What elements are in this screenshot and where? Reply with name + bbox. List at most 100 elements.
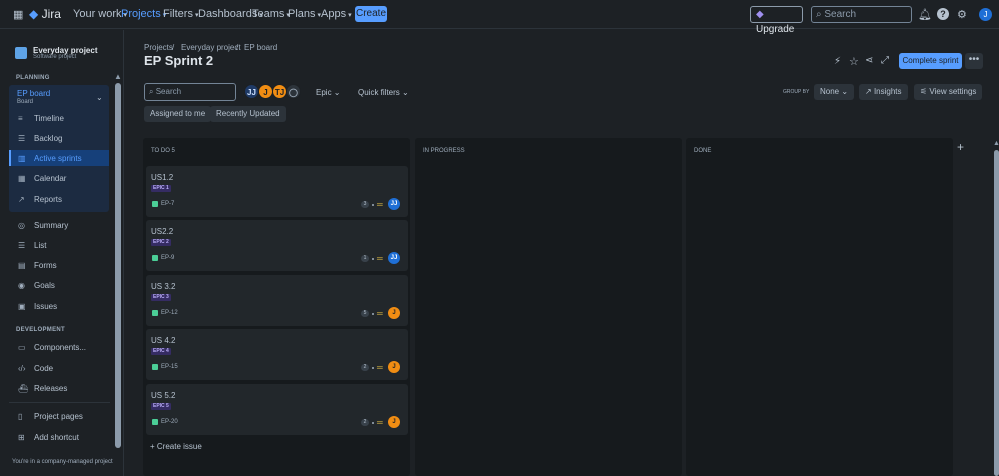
sidebar-item-timeline[interactable]: ≡ Timeline (18, 114, 64, 123)
nav-teams[interactable]: Teams ▾ (252, 8, 290, 20)
board-search-input[interactable]: ⌕ Search (144, 83, 236, 101)
sidebar-item-add-shortcut[interactable]: ⊞ Add shortcut (18, 433, 79, 442)
unassigned-avatar-icon[interactable]: ◯ (286, 84, 301, 99)
issue-key[interactable]: EP-7 (161, 201, 174, 207)
assignee-avatar[interactable]: J (388, 307, 400, 319)
board-selector-subtitle: Board (17, 99, 34, 105)
user-avatar[interactable]: J (979, 8, 992, 21)
epic-filter[interactable]: Epic ⌄ (316, 88, 341, 97)
chevron-down-icon[interactable]: ⌄ (96, 93, 103, 102)
sidebar-item-calendar[interactable]: ▦ Calendar (18, 174, 66, 183)
story-icon (152, 364, 158, 370)
nav-projects[interactable]: Projects ▾ (121, 8, 166, 20)
column-header-todo: TO DO 5 (151, 148, 175, 154)
epic-label: EPIC 5 (151, 403, 171, 410)
separator-dot (372, 367, 374, 369)
create-issue-label: Create issue (156, 442, 202, 451)
scroll-up-icon[interactable]: ▲ (114, 72, 122, 81)
group-by-select[interactable]: None ⌄ (814, 84, 855, 100)
add-column-icon[interactable]: + (957, 140, 964, 154)
jira-logo[interactable]: ◆ Jira (29, 7, 61, 21)
nav-projects-label: Projects (121, 8, 161, 20)
sidebar-item-backlog[interactable]: ☰ Backlog (18, 134, 62, 143)
share-icon[interactable]: ⋖ (865, 55, 873, 66)
story-icon (152, 201, 158, 207)
board-selector[interactable]: EP board (17, 89, 50, 98)
epic-label: EPIC 2 (151, 239, 171, 246)
assignee-avatar[interactable]: J (388, 361, 400, 373)
sidebar-item-active-sprints[interactable]: ▥ Active sprints (18, 154, 82, 163)
app-switcher-icon[interactable]: ▦ (13, 8, 23, 21)
nav-filters[interactable]: Filters ▾ (163, 8, 198, 20)
avatar-filter-tj[interactable]: TJ (272, 84, 287, 99)
avatar-filter-j[interactable]: J (258, 84, 273, 99)
nav-apps-label: Apps (321, 8, 347, 20)
view-settings-label: View settings (929, 87, 977, 96)
fullscreen-icon[interactable]: ⤢ (881, 55, 889, 66)
epic-label: EPIC 3 (151, 294, 171, 301)
automation-icon[interactable]: ⚡︎ (834, 56, 841, 67)
nav-apps[interactable]: Apps ▾ (321, 8, 352, 20)
settings-icon[interactable]: ⚙ (957, 8, 967, 21)
breadcrumb-project[interactable]: Everyday project (181, 43, 241, 52)
chevron-down-icon: ⌄ (333, 88, 341, 97)
more-actions-icon[interactable]: ••• (965, 53, 983, 69)
create-issue-button[interactable]: + Create issue (150, 442, 202, 451)
sidebar-item-summary[interactable]: ◎ Summary (18, 221, 68, 230)
sidebar-item-components[interactable]: ▭ Components... (18, 343, 86, 352)
upgrade-button[interactable]: ◆ Upgrade (750, 6, 803, 35)
breadcrumb-projects[interactable]: Projects (144, 43, 173, 52)
sidebar-item-goals[interactable]: ◉ Goals (18, 281, 55, 290)
global-search-input[interactable]: ⌕ Search (811, 6, 912, 23)
nav-filters-label: Filters (163, 8, 193, 20)
issue-key[interactable]: EP-15 (161, 364, 178, 370)
sidebar-item-code[interactable]: ‹/› Code (18, 364, 53, 373)
assignee-avatar[interactable]: JJ (388, 198, 400, 210)
nav-plans[interactable]: Plans ▾ (288, 8, 321, 20)
assigned-to-me-filter[interactable]: Assigned to me (144, 106, 212, 122)
nav-your-work[interactable]: Your work ▾ (73, 8, 127, 20)
quick-filters-label: Quick filters (358, 88, 400, 97)
create-button[interactable]: Create (355, 6, 387, 22)
issue-key[interactable]: EP-9 (161, 255, 174, 261)
sidebar-scrollbar[interactable] (115, 83, 121, 448)
view-settings-button[interactable]: ⚟ View settings (914, 84, 983, 100)
priority-medium-icon: ═ (377, 254, 383, 263)
help-icon[interactable]: ? (937, 8, 949, 20)
issue-card[interactable]: US2.2 EPIC 2 EP-9 1 ═ JJ (146, 220, 408, 271)
insights-label: Insights (873, 87, 902, 96)
quick-filters-dropdown[interactable]: Quick filters ⌄ (358, 88, 409, 97)
insights-button[interactable]: ↗ Insights (859, 84, 908, 100)
board-scrollbar[interactable] (994, 150, 999, 476)
sidebar-item-issues[interactable]: ▣ Issues (18, 302, 57, 311)
breadcrumb-board[interactable]: EP board (244, 43, 277, 52)
assignee-avatar[interactable]: J (388, 416, 400, 428)
issue-card[interactable]: US 4.2 EPIC 4 EP-15 2 ═ J (146, 329, 408, 380)
story-icon (152, 419, 158, 425)
scroll-up-icon[interactable]: ▲ (993, 140, 999, 147)
globe-icon: ◎ (18, 221, 25, 230)
components-icon: ▭ (18, 343, 26, 352)
sidebar-item-project-pages[interactable]: ▯ Project pages (18, 412, 83, 421)
sidebar-item-list[interactable]: ☰ List (18, 241, 46, 250)
sidebar-item-forms[interactable]: ▤ Forms (18, 261, 57, 270)
card-title: US 4.2 (151, 336, 176, 345)
scroll-down-icon[interactable]: ▼ (114, 441, 122, 450)
complete-sprint-button[interactable]: Complete sprint (899, 53, 962, 69)
issue-card[interactable]: US1.2 EPIC 1 EP-7 3 ═ JJ (146, 166, 408, 217)
sidebar-item-releases[interactable]: ⛴ Releases (18, 384, 67, 393)
issue-card[interactable]: US 5.2 EPIC 5 EP-20 2 ═ J (146, 384, 408, 435)
issue-key[interactable]: EP-12 (161, 310, 178, 316)
sidebar-item-reports[interactable]: ↗ Reports (18, 195, 62, 204)
recently-updated-filter[interactable]: Recently Updated (210, 106, 286, 122)
assignee-avatar[interactable]: JJ (388, 252, 400, 264)
issue-card[interactable]: US 3.2 EPIC 3 EP-12 5 ═ J (146, 275, 408, 326)
upgrade-label: Upgrade (756, 24, 795, 35)
issue-key[interactable]: EP-20 (161, 419, 178, 425)
sidebar-item-label: Summary (34, 221, 69, 230)
notifications-icon[interactable]: 🔔︎ (918, 8, 932, 21)
avatar-filter-jj[interactable]: JJ (244, 84, 259, 99)
separator-dot (372, 422, 374, 424)
sidebar-item-label: Add shortcut (34, 433, 79, 442)
star-icon[interactable]: ☆ (849, 55, 859, 68)
